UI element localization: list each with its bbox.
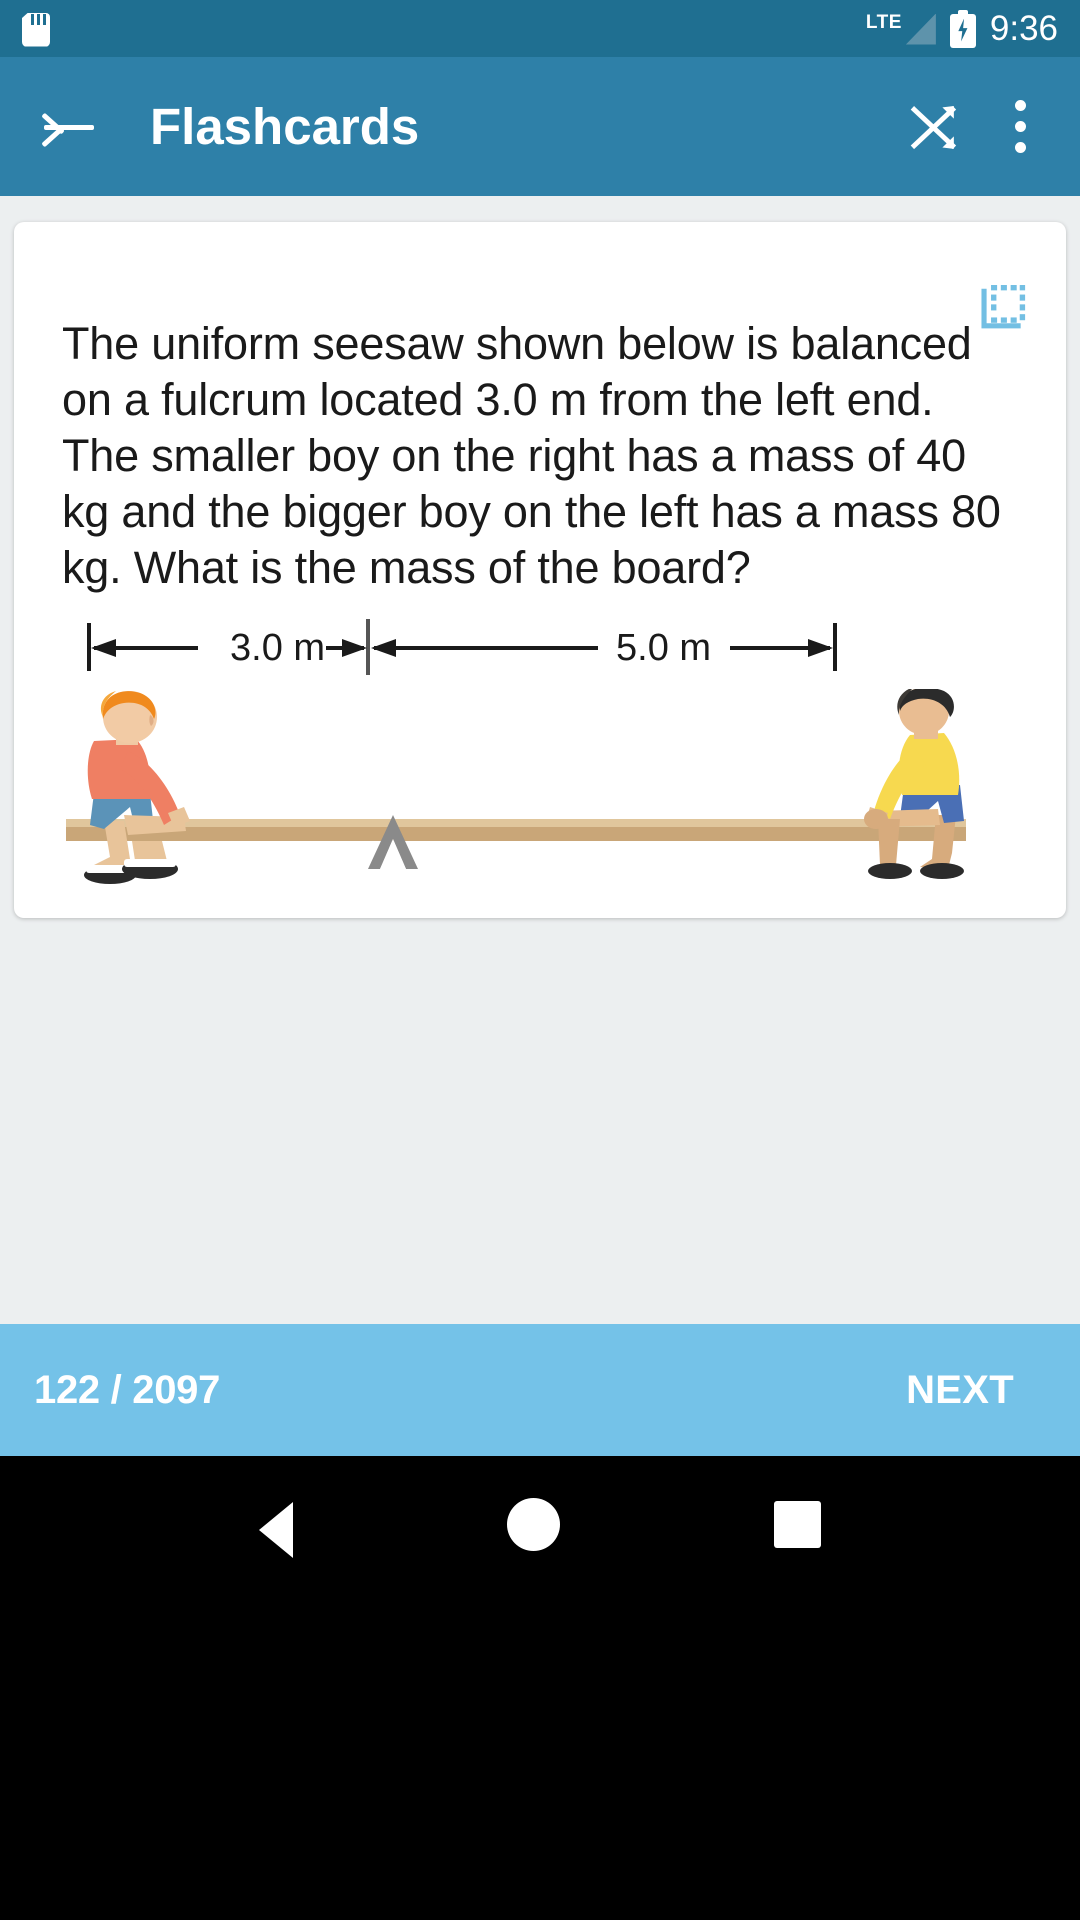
dimension-line: 3.0 m 5.0 m [87,619,837,675]
flashcard-question: The uniform seesaw shown below is balanc… [62,318,1001,593]
network-type-label: LTE [865,11,902,33]
sd-card-icon [22,11,50,47]
signal-indicator: LTE [866,13,936,45]
bottom-action-bar: 122 / 2097 NEXT [0,1324,1080,1456]
status-bar-left [22,11,50,47]
app-bar: Flashcards [0,57,1080,196]
next-button[interactable]: NEXT [906,1368,1046,1413]
android-nav-bar [0,1456,1080,1920]
card-counter: 122 / 2097 [34,1367,221,1412]
nav-home-icon[interactable] [507,1498,560,1551]
status-bar-right: LTE 9:36 [866,9,1058,48]
right-dimension-label: 5.0 m [616,627,711,669]
page-title: Flashcards [150,98,420,155]
flashcard[interactable]: The uniform seesaw shown below is balanc… [14,222,1066,918]
left-boy-figure [84,691,190,884]
shuffle-icon[interactable] [906,99,962,155]
arrow-back-icon[interactable] [40,98,98,156]
nav-back-icon[interactable] [259,1502,293,1558]
seesaw-figure: 3.0 m 5.0 m [58,617,1030,892]
left-dimension-label: 3.0 m [230,627,325,669]
nav-recents-icon[interactable] [774,1501,821,1548]
app-bar-actions [906,99,1040,155]
status-bar-clock: 9:36 [989,9,1058,48]
plank [66,827,966,841]
right-boy-figure [864,689,964,879]
seesaw-illustration [66,689,966,884]
status-bar: LTE 9:36 [0,0,1080,57]
signal-bars-icon [905,13,936,45]
more-vert-icon[interactable] [1014,99,1026,155]
battery-charging-icon [949,9,976,48]
